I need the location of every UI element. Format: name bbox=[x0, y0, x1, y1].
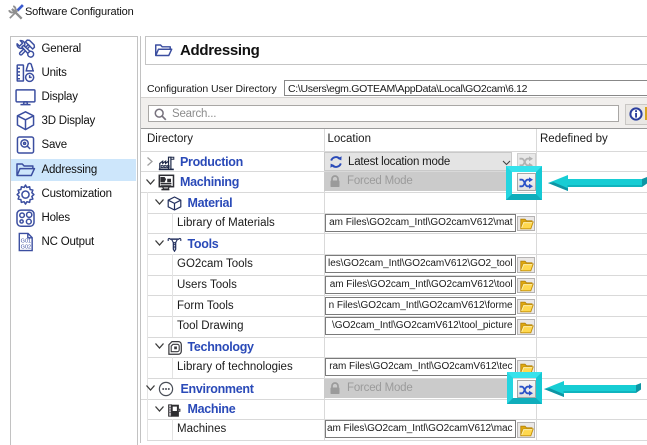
svg-text:G02: G02 bbox=[20, 245, 30, 251]
